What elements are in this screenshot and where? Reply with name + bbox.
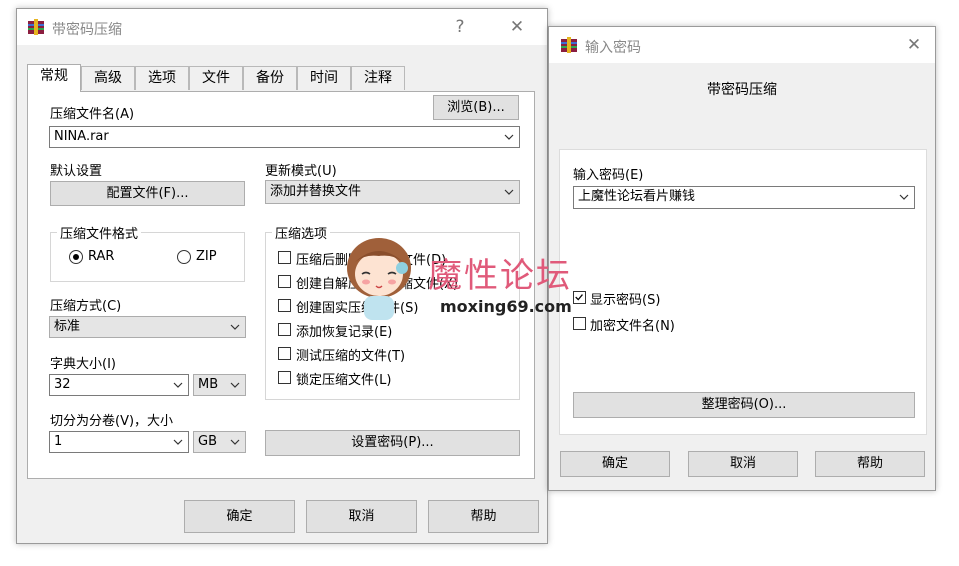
update-mode-value: 添加并替换文件 — [270, 184, 362, 199]
tab-options[interactable]: 选项 — [135, 66, 189, 90]
close-icon[interactable]: ✕ — [504, 15, 530, 39]
archive-format-group: 压缩文件格式 RAR ZIP — [50, 223, 245, 282]
split-size-combo[interactable]: 1 — [49, 431, 189, 453]
mascot-girl-watermark — [347, 238, 411, 320]
winrar-app-icon — [561, 37, 577, 53]
tab-backup[interactable]: 备份 — [243, 66, 297, 90]
organize-passwords-button[interactable]: 整理密码(O)... — [573, 392, 915, 418]
watermark-text: 魔性论坛 — [428, 256, 572, 296]
update-mode-label: 更新模式(U) — [265, 164, 337, 179]
method-value: 标准 — [54, 319, 81, 334]
split-volumes-label: 切分为分卷(V)，大小 — [50, 414, 174, 429]
encrypt-names-checkbox[interactable] — [573, 317, 586, 330]
split-size-value: 1 — [54, 434, 63, 449]
dict-size-combo[interactable]: 32 — [49, 374, 189, 396]
password-combo[interactable]: 上魔性论坛看片赚钱 — [573, 186, 915, 209]
format-zip-label[interactable]: ZIP — [196, 249, 217, 264]
chevron-down-icon — [230, 439, 240, 445]
recovery-record-checkbox[interactable] — [278, 323, 291, 336]
dict-size-label: 字典大小(I) — [50, 357, 116, 372]
ok-button[interactable]: 确定 — [184, 500, 295, 533]
dict-unit-value: MB — [198, 377, 219, 392]
watermark-url: moxing69.com — [440, 297, 572, 316]
chevron-down-icon — [173, 382, 183, 388]
winrar-app-icon — [28, 19, 44, 35]
delete-after-checkbox[interactable] — [278, 251, 291, 264]
archive-format-group-title: 压缩文件格式 — [57, 223, 142, 242]
sfx-checkbox[interactable] — [278, 275, 291, 288]
chevron-down-icon — [504, 134, 514, 140]
checkmark-icon — [575, 294, 583, 301]
format-rar-radio[interactable] — [69, 250, 83, 264]
password-dialog-heading: 带密码压缩 — [707, 82, 777, 98]
dict-size-value: 32 — [54, 377, 71, 392]
archive-name-combo[interactable]: NINA.rar — [49, 126, 520, 148]
tab-comment[interactable]: 注释 — [351, 66, 405, 90]
test-files-label[interactable]: 测试压缩的文件(T) — [296, 345, 405, 364]
format-zip-radio[interactable] — [177, 250, 191, 264]
help-button[interactable]: 帮助 — [815, 451, 925, 477]
chevron-down-icon — [230, 324, 240, 330]
method-label: 压缩方式(C) — [50, 299, 122, 314]
show-password-label[interactable]: 显示密码(S) — [590, 289, 660, 308]
encrypt-names-label[interactable]: 加密文件名(N) — [590, 315, 675, 334]
split-unit-value: GB — [198, 434, 217, 449]
archive-name-label: 压缩文件名(A) — [50, 107, 135, 122]
format-rar-label[interactable]: RAR — [88, 249, 114, 264]
tab-advanced[interactable]: 高级 — [81, 66, 135, 90]
cancel-button[interactable]: 取消 — [306, 500, 417, 533]
password-dialog-title: 输入密码 — [585, 40, 641, 56]
enter-password-label: 输入密码(E) — [573, 168, 644, 183]
chevron-down-icon — [173, 439, 183, 445]
cancel-button[interactable]: 取消 — [688, 451, 798, 477]
lock-archive-label[interactable]: 锁定压缩文件(L) — [296, 369, 391, 388]
split-unit-select[interactable]: GB — [193, 431, 246, 453]
archive-name-value: NINA.rar — [54, 129, 109, 144]
lock-archive-checkbox[interactable] — [278, 371, 291, 384]
help-glyph-button[interactable]: ? — [447, 15, 473, 39]
password-panel: 输入密码(E) 上魔性论坛看片赚钱 显示密码(S) 加密文件名(N) 整理密码(… — [559, 149, 927, 435]
update-mode-select[interactable]: 添加并替换文件 — [265, 180, 520, 204]
set-password-button[interactable]: 设置密码(P)... — [265, 430, 520, 456]
tab-time[interactable]: 时间 — [297, 66, 351, 90]
radio-selected-dot — [73, 254, 79, 260]
solid-checkbox[interactable] — [278, 299, 291, 312]
ok-button[interactable]: 确定 — [560, 451, 670, 477]
main-dialog-title: 带密码压缩 — [52, 22, 122, 38]
help-button[interactable]: 帮助 — [428, 500, 539, 533]
show-password-checkbox[interactable] — [573, 291, 586, 304]
dict-unit-select[interactable]: MB — [193, 374, 246, 396]
profiles-button[interactable]: 配置文件(F)... — [50, 181, 245, 206]
archive-options-group-title: 压缩选项 — [272, 223, 331, 242]
chevron-down-icon — [504, 189, 514, 195]
method-select[interactable]: 标准 — [49, 316, 246, 338]
chevron-down-icon — [230, 382, 240, 388]
main-titlebar[interactable]: 带密码压缩 ? ✕ — [17, 9, 547, 45]
password-dialog: 输入密码 ✕ 带密码压缩 输入密码(E) 上魔性论坛看片赚钱 显示密码(S) 加… — [548, 26, 936, 491]
password-titlebar[interactable]: 输入密码 ✕ — [549, 27, 935, 63]
tab-files[interactable]: 文件 — [189, 66, 243, 90]
close-icon[interactable]: ✕ — [901, 33, 927, 57]
password-value: 上魔性论坛看片赚钱 — [578, 189, 696, 204]
browse-button[interactable]: 浏览(B)... — [433, 95, 519, 120]
tab-general[interactable]: 常规 — [27, 64, 81, 92]
chevron-down-icon — [899, 194, 909, 200]
default-settings-label: 默认设置 — [50, 164, 103, 179]
test-files-checkbox[interactable] — [278, 347, 291, 360]
